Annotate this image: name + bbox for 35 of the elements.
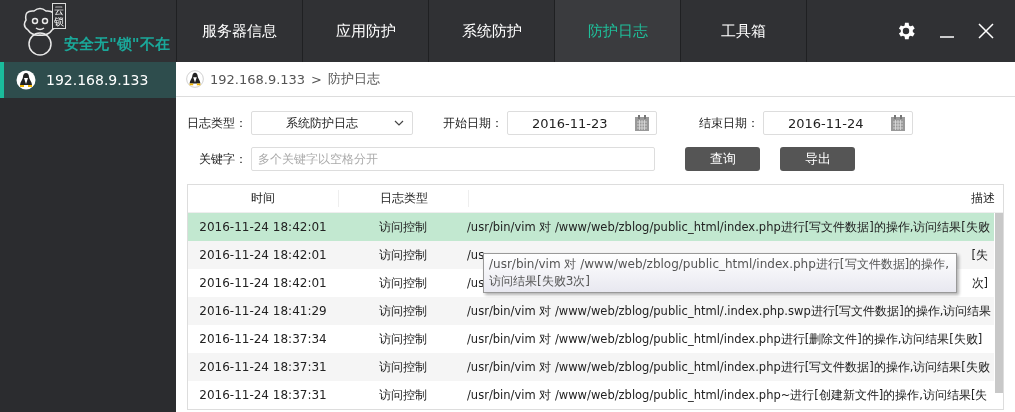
table-cell-text: 2016-11-24 18:37:31: [198, 388, 328, 402]
breadcrumb-page: 防护日志: [328, 70, 380, 88]
table-cell-text: 访问控制: [377, 302, 428, 320]
field-label: 日志类型：: [187, 114, 247, 132]
table-cell: 次]: [971, 275, 988, 291]
tooltip: /usr/bin/vim 对 /www/web/zblog/public_html/index.php进行[写文件数据]的操作,访问结果[失败3次]: [483, 253, 957, 293]
column-header: 时间: [188, 190, 339, 207]
column-header: 日志类型: [339, 190, 469, 207]
table-cell: [失: [971, 247, 988, 263]
field-label: 关键字：: [199, 150, 247, 168]
field-label: 开始日期：: [443, 114, 503, 132]
table-cell-text: 2016-11-24 18:42:01: [198, 276, 328, 290]
table-cell-text: 2016-11-24 18:42:01: [198, 248, 328, 262]
table-cell-text: 访问控制: [377, 358, 428, 376]
table-cell-text: 访问控制: [377, 274, 428, 292]
table-cell-text: 访问控制: [377, 246, 428, 264]
column-header: 描述: [970, 190, 996, 207]
table-cell: /usr/bin/vim 对 /www/web/zblog/public_html/index.php进行[删除文件]的操作,访问结果[失败]: [467, 331, 983, 347]
table-cell: /usr/bin/vim 对 /www/web/zblog/public_html/index.php~进行[创建新文件]的操作,访问结果[失: [467, 387, 988, 403]
table-cell-text: 2016-11-24 18:41:29: [198, 304, 328, 318]
table-cell: /usr/bin/vim 对 /www/web/zblog/public_html/index.php进行[写文件数据]的操作,访问结果[失败: [467, 359, 990, 375]
table-cell: /usr/bin/vim 对 /www/web/zblog/public_html/.index.php.swp进行[写文件数据]的操作,访问结果: [467, 303, 992, 319]
table-cell-text: 访问控制: [377, 330, 428, 348]
table-cell-text: 2016-11-24 18:37:34: [198, 332, 328, 346]
table-cell-text: 访问控制: [377, 386, 428, 404]
field-label: 结束日期：: [699, 114, 759, 132]
breadcrumb-separator: >: [311, 71, 322, 87]
table-cell-text: 2016-11-24 18:42:01: [198, 220, 328, 234]
logo-slogan: 安全无"锁"不在: [64, 34, 170, 54]
table-cell-text: 2016-11-24 18:37:31: [198, 360, 328, 374]
logo-stamp: 云锁: [52, 3, 66, 29]
table-cell-text: 访问控制: [377, 218, 428, 236]
table-cell: /usr/bin/vim 对 /www/web/zblog/public_html/index.php进行[写文件数据]的操作,访问结果[失败: [467, 219, 990, 235]
table-cell: /us: [467, 275, 485, 291]
table-cell: /us: [467, 247, 485, 263]
